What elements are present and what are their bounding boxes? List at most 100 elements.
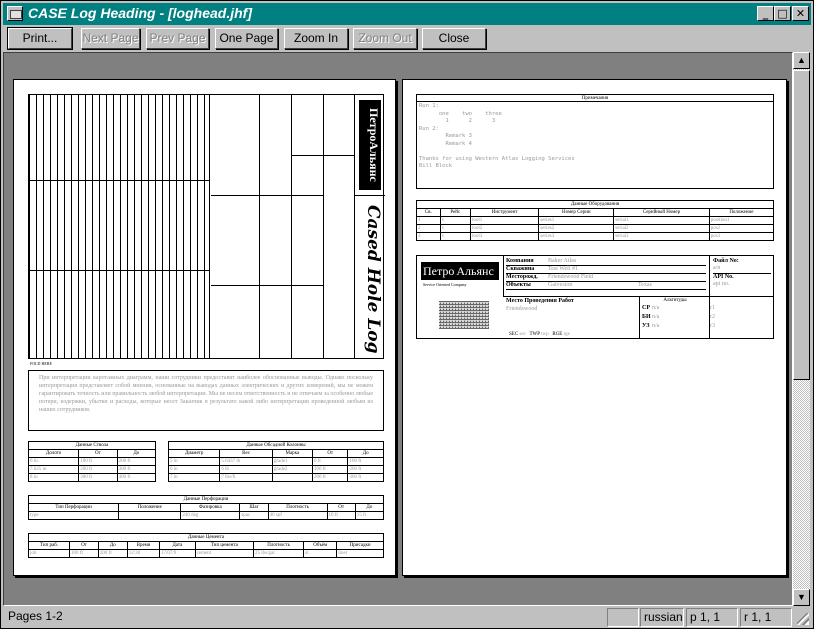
hole-cell: 7.625 in: [27, 465, 80, 474]
well-info-row: Объекты Galveston Texas: [506, 282, 706, 290]
casing-cell: 200 ft: [347, 465, 384, 474]
table-row: 5 in 5.6437 lb grade1 0 ft 100 ft: [167, 457, 384, 466]
one-page-button[interactable]: One Page: [215, 28, 278, 49]
perf-cell: 40 spf: [267, 511, 328, 520]
casing-cell: grade2: [271, 465, 313, 474]
cement-cell: 200 ft: [97, 549, 128, 558]
equip-cell: position1: [708, 216, 775, 225]
toolbar: Print... Next Page Prev Page One Page Zo…: [3, 26, 811, 52]
hole-data-table: Данные Ствола Долото От До 6 in. 100 ft 200 ft…: [27, 441, 157, 482]
vertical-scrollbar[interactable]: ▲ ▼: [793, 52, 810, 606]
hole-title: Данные Ствола: [28, 441, 156, 450]
maximize-button[interactable]: □: [774, 6, 791, 21]
title-bar: CASE Log Heading - [loghead.jhf] _ □ ✕: [3, 3, 811, 25]
location-label: Место Проведения Работ: [506, 298, 574, 304]
altitude-cell: n/a: [652, 323, 660, 329]
well-info-value: Baker Atlas: [548, 258, 577, 264]
perf-header: Тип Перфорации: [27, 503, 120, 512]
scroll-thumb[interactable]: [793, 70, 810, 380]
preview-area: ПетроАльянс Cased Hole Log FOLD HERE При…: [3, 52, 793, 606]
table-row: 1 1 tool1 series1 serial1 position1: [416, 216, 775, 225]
next-page-button[interactable]: Next Page: [81, 28, 140, 49]
page-1: ПетроАльянс Cased Hole Log FOLD HERE При…: [13, 79, 396, 576]
casing-header: От: [311, 449, 349, 458]
equip-cell: 1: [416, 216, 441, 225]
casing-cell: 200 ft: [311, 473, 349, 482]
casing-cell: 6 lb: [219, 465, 273, 474]
casing-cell: 5 in: [167, 457, 221, 466]
print-button[interactable]: Print...: [8, 28, 72, 49]
perf-title: Данные Перфорации: [28, 495, 384, 504]
location-value: Friendswood: [506, 306, 538, 312]
perf-cell: type: [27, 511, 120, 520]
hole-cell: 8 in: [27, 473, 80, 482]
equip-cell: 3: [416, 232, 441, 241]
cement-header: От: [69, 541, 99, 550]
cement-cell: sl: [303, 549, 338, 558]
equip-cell: serial3: [613, 232, 710, 241]
row-position-status: r 1, 1: [740, 608, 792, 627]
vertical-log-lines: [29, 95, 209, 358]
remark-line: Remark 3: [419, 133, 472, 139]
perf-header: Фазировка: [180, 503, 241, 512]
casing-cell: grade1: [271, 457, 313, 466]
well-info-label: Компания: [506, 258, 534, 264]
file-no-label: Файл No:: [713, 258, 739, 264]
casing-title: Данные Обсадной Колонны: [168, 441, 384, 450]
cement-cell: liner: [336, 549, 384, 558]
hole-header: Долото: [27, 449, 80, 458]
equip-header: Номер Серии: [538, 208, 615, 217]
well-info-label: Скважина: [506, 266, 535, 272]
scroll-down-icon[interactable]: ▼: [793, 589, 810, 606]
altitude-cell: БИ: [642, 314, 651, 320]
remark-line: 1 2 3: [419, 118, 496, 124]
equip-cell: 1: [439, 216, 471, 225]
casing-data-table: Данные Обсадной Колонны Диаметр Вес Марка От…: [167, 441, 384, 482]
equip-header: Серийный Номер: [613, 208, 710, 217]
close-preview-button[interactable]: Close: [422, 28, 486, 49]
equip-header: Инструмент: [469, 208, 540, 217]
zoom-in-button[interactable]: Zoom In: [284, 28, 348, 49]
altitude-cell: УЗ: [642, 323, 650, 329]
well-header-block: Петро Альянс Service Oriented Company Ком…: [416, 255, 774, 339]
zoom-out-button[interactable]: Zoom Out: [353, 28, 417, 49]
prev-page-button[interactable]: Prev Page: [146, 28, 209, 49]
casing-cell: 100 ft: [347, 457, 384, 466]
casing-cell: 100 ft: [311, 465, 349, 474]
casing-header: Марка: [271, 449, 313, 458]
resize-grip-icon[interactable]: [797, 613, 809, 625]
table-row: 7 in 7 lbs/ft 200 ft 300 ft: [167, 473, 384, 482]
hole-cell: 400 ft: [116, 473, 157, 482]
hole-header: От: [78, 449, 118, 458]
casing-cell: 7 in: [167, 473, 221, 482]
disclaimer-box: При интерпретации каротажных диаграмм, н…: [28, 370, 384, 431]
altitude-cell: СР: [642, 305, 650, 311]
cement-cell: 25 lbs/gal: [253, 549, 305, 558]
cement-header: Плотность: [253, 541, 305, 550]
altitude-row: БИ n/a r2: [642, 314, 772, 323]
remarks-box: Примечания Run 1: one two three 1 2 3 Run…: [416, 94, 774, 189]
minimize-button[interactable]: _: [757, 6, 774, 21]
table-row: 3 1 tool3 series3 serial3 pos3: [416, 232, 775, 241]
close-window-button[interactable]: ✕: [792, 6, 809, 21]
hole-header: До: [116, 449, 157, 458]
casing-cell: 0 ft: [311, 457, 349, 466]
equip-header: Рейс: [439, 208, 471, 217]
equip-cell: 1: [439, 224, 471, 233]
language-status: russian: [640, 608, 684, 627]
cement-data-table: Данные Цемента Тип раб. От До Время Дата Тип ц…: [27, 533, 384, 558]
cement-cell: 100 ft: [69, 549, 99, 558]
equip-cell: tool2: [469, 224, 540, 233]
cement-header: Время: [126, 541, 161, 550]
page2-logo: Петро Альянс: [421, 262, 499, 280]
altitude-cell: r2: [710, 314, 715, 320]
disclaimer-text: При интерпретации каротажных диаграмм, н…: [39, 375, 373, 413]
well-info-value: Friendswood Field: [548, 274, 594, 280]
equip-cell: 2: [416, 224, 441, 233]
equip-cell: pos3: [708, 232, 775, 241]
scroll-up-icon[interactable]: ▲: [793, 52, 810, 69]
well-info-label: Месторожд.: [506, 274, 538, 280]
remark-line: Remark 4: [419, 140, 472, 147]
app-icon[interactable]: [7, 6, 23, 21]
table-row: 7.625 in 200 ft 300 ft: [27, 465, 157, 474]
